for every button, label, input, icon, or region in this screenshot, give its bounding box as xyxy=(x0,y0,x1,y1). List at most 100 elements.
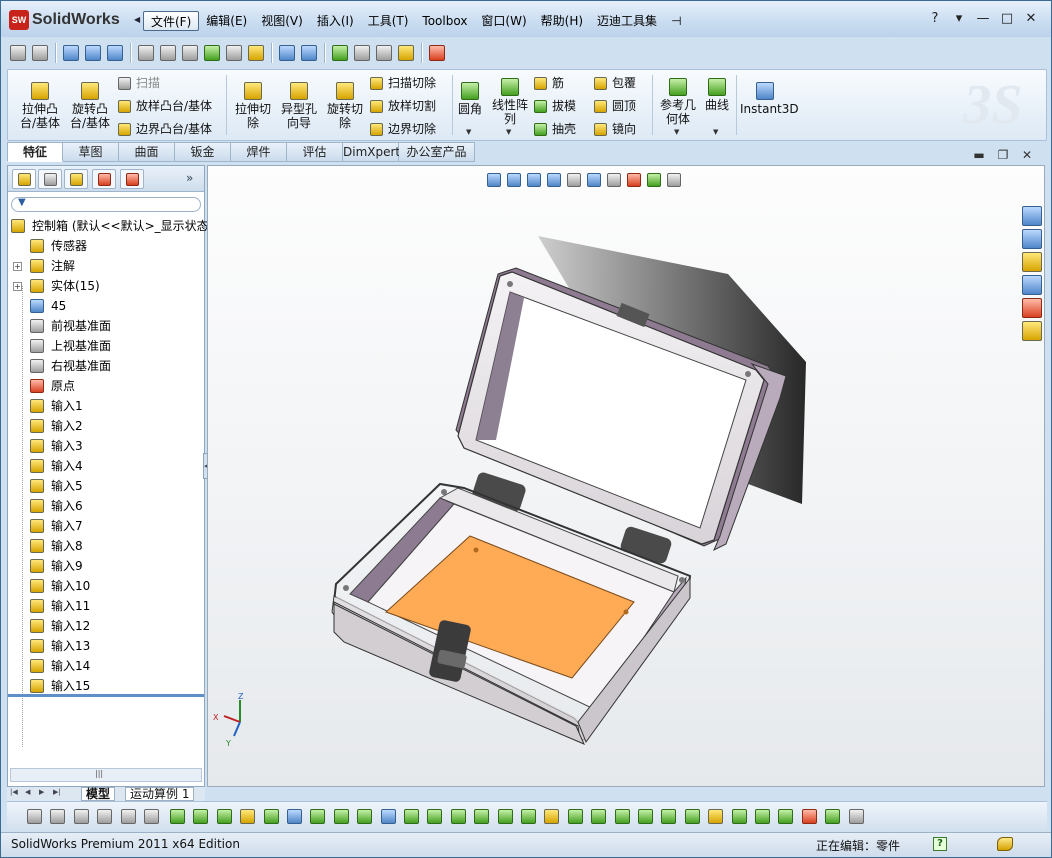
tangent-icon[interactable] xyxy=(708,809,724,824)
clear-filter-icon[interactable] xyxy=(825,809,841,824)
select-other-icon[interactable] xyxy=(144,809,159,824)
tree-item[interactable]: 输入8 xyxy=(8,536,204,556)
menu-file[interactable]: 文件(F) xyxy=(143,11,200,31)
tree-root[interactable]: 控制箱 (默认<<默认>_显示状态 xyxy=(8,216,209,236)
menu-edit[interactable]: 编辑(E) xyxy=(199,11,254,31)
tree-item[interactable]: 输入9 xyxy=(8,556,204,576)
wrap-button[interactable]: 包覆 xyxy=(594,74,636,92)
tab-office-products[interactable]: 办公室产品 xyxy=(399,142,475,162)
boundary-cut-button[interactable]: 边界切除 xyxy=(370,120,436,138)
extrude-cut-button[interactable]: 拉伸切 除 xyxy=(232,82,274,130)
revolve-cut-button[interactable]: 旋转切 除 xyxy=(324,82,366,130)
tab-weldments[interactable]: 焊件 xyxy=(231,142,287,162)
block-icon[interactable] xyxy=(638,809,653,824)
network-icon[interactable] xyxy=(85,45,101,61)
tree-item[interactable]: 输入12 xyxy=(8,616,204,636)
graphics-viewport[interactable]: Z X Y xyxy=(207,165,1045,787)
table-icon[interactable] xyxy=(429,45,445,61)
fillet-dropdown-icon[interactable]: ▼ xyxy=(466,128,471,136)
arc-icon[interactable] xyxy=(731,809,747,824)
sweep-cut-button[interactable]: 扫描切除 xyxy=(370,74,436,92)
point-icon[interactable] xyxy=(170,809,185,824)
revolve-boss-button[interactable]: 旋转凸 台/基体 xyxy=(68,82,112,130)
first-tab-icon[interactable]: |◀ xyxy=(10,788,19,799)
menu-window[interactable]: 窗口(W) xyxy=(474,11,533,31)
centerline-icon[interactable] xyxy=(614,809,630,824)
tree-item[interactable]: 输入7 xyxy=(8,516,204,536)
tree-item[interactable]: 45 xyxy=(8,296,204,316)
axis-icon[interactable] xyxy=(357,809,373,824)
expand-icon[interactable]: + xyxy=(13,282,22,291)
vertex-icon[interactable] xyxy=(263,809,279,824)
curves-button[interactable]: 曲线 xyxy=(702,78,732,112)
rebuild-globe-icon[interactable] xyxy=(107,45,123,61)
help-status-icon[interactable]: ? xyxy=(933,837,947,851)
fillet-button[interactable]: 圆角 xyxy=(454,82,486,116)
filter-toggle-icon[interactable] xyxy=(27,809,42,824)
tree-item[interactable]: 输入1 xyxy=(8,396,204,416)
tab-dimxpert[interactable]: DimXpert xyxy=(343,142,400,162)
cosmetic-thread-icon[interactable] xyxy=(521,809,536,824)
menu-tools[interactable]: 工具(T) xyxy=(361,11,416,31)
pin-icon[interactable]: ⊣ xyxy=(664,11,688,31)
doc-restore-button[interactable]: ❐ xyxy=(991,148,1015,162)
next-tab-icon[interactable]: ▶ xyxy=(39,788,48,799)
menu-toolbox[interactable]: Toolbox xyxy=(415,11,474,31)
gear-icon[interactable] xyxy=(138,45,154,61)
select-arrow-icon[interactable] xyxy=(97,809,113,824)
close-button[interactable]: ✕ xyxy=(1019,11,1043,26)
file-explorer-icon[interactable] xyxy=(1022,252,1042,272)
line-icon[interactable] xyxy=(193,809,209,824)
design-library-icon[interactable] xyxy=(1022,229,1042,249)
tree-item[interactable]: + 实体(15) xyxy=(8,276,204,296)
filter-edge-icon[interactable] xyxy=(73,809,89,824)
tree-item[interactable]: 输入15 xyxy=(8,676,204,696)
solid-body-icon[interactable] xyxy=(404,809,419,824)
select-dropdown-icon[interactable] xyxy=(120,809,136,824)
new-document-icon[interactable] xyxy=(398,45,414,61)
weld-icon[interactable] xyxy=(497,809,513,824)
panel-expand-icon[interactable]: » xyxy=(186,171,193,185)
loft-cut-button[interactable]: 放样切割 xyxy=(370,97,436,115)
tree-item[interactable]: 上视基准面 xyxy=(8,336,204,356)
displaymanager-tab[interactable] xyxy=(120,169,144,189)
license-key-icon[interactable] xyxy=(997,837,1013,851)
tab-sketch[interactable]: 草图 xyxy=(63,142,119,162)
detail-icon[interactable] xyxy=(801,809,817,824)
tab-surfaces[interactable]: 曲面 xyxy=(119,142,175,162)
tab-sheet-metal[interactable]: 钣金 xyxy=(175,142,231,162)
monitor-icon[interactable] xyxy=(63,45,79,61)
rib-button[interactable]: 筋 xyxy=(534,74,564,92)
mirror-button[interactable]: 镜向 xyxy=(594,120,636,138)
zoom-search-icon[interactable] xyxy=(279,45,295,61)
view-palette-icon[interactable] xyxy=(1022,275,1042,295)
boundary-boss-button[interactable]: 边界凸台/基体 xyxy=(118,120,212,138)
filter-vertex-icon[interactable] xyxy=(50,809,66,824)
shell-button[interactable]: 抽壳 xyxy=(534,120,576,138)
tree-item[interactable]: 输入2 xyxy=(8,416,204,436)
ordinate-dimension-icon[interactable] xyxy=(32,45,48,61)
sweep-button[interactable]: 扫描 xyxy=(118,74,160,92)
maximize-button[interactable]: □ xyxy=(995,11,1019,26)
tree-item[interactable]: 传感器 xyxy=(8,236,204,256)
minimize-button[interactable]: — xyxy=(971,11,995,26)
hole-icon[interactable] xyxy=(544,809,560,824)
tree-item[interactable]: 输入6 xyxy=(8,496,204,516)
tree-item[interactable]: 原点 xyxy=(8,376,204,396)
tree-item[interactable]: 输入10 xyxy=(8,576,204,596)
linear-pattern-button[interactable]: 线性阵 列 xyxy=(488,78,532,126)
slot-icon[interactable] xyxy=(778,809,794,824)
tab-model[interactable]: 模型 xyxy=(81,787,116,801)
spring-icon[interactable] xyxy=(226,45,242,61)
edge-icon[interactable] xyxy=(310,809,326,824)
tree-item[interactable]: 输入13 xyxy=(8,636,204,656)
note-icon[interactable] xyxy=(450,809,466,824)
smart-dimension-icon[interactable] xyxy=(10,45,26,61)
curves-dropdown-icon[interactable]: ▼ xyxy=(713,128,718,136)
tab-features[interactable]: 特征 xyxy=(7,142,63,162)
midpoint-icon[interactable] xyxy=(684,809,700,824)
prev-tab-icon[interactable]: ◀ xyxy=(25,788,34,799)
featuremanager-tab[interactable] xyxy=(12,169,36,189)
custom-properties-icon[interactable] xyxy=(1022,321,1042,341)
reference-geometry-dropdown-icon[interactable]: ▼ xyxy=(674,128,679,136)
